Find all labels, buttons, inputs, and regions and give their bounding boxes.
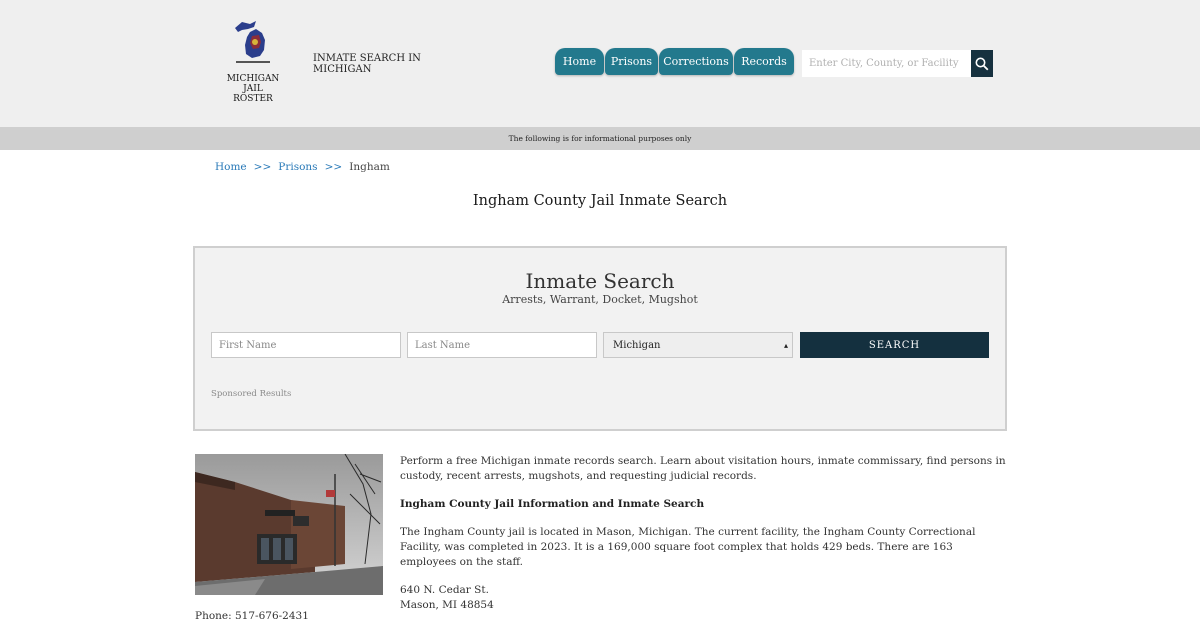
site-header: MICHIGAN JAIL ROSTER INMATE SEARCH IN MI… xyxy=(0,0,1200,127)
address-line-2: Mason, MI 48854 xyxy=(400,599,494,611)
header-search-input[interactable] xyxy=(802,50,972,77)
breadcrumb-prisons[interactable]: Prisons xyxy=(278,161,317,173)
breadcrumb-separator: >> xyxy=(253,161,272,173)
michigan-map-icon xyxy=(235,21,270,63)
state-select[interactable]: Michigan ▴ xyxy=(603,332,793,358)
jail-info-content: Perform a free Michigan inmate records s… xyxy=(400,454,1006,620)
nav-records[interactable]: Records xyxy=(734,48,794,75)
description-paragraph: The Ingham County jail is located in Mas… xyxy=(400,526,976,568)
jail-building-image xyxy=(195,454,383,595)
first-name-field[interactable] xyxy=(211,332,401,358)
breadcrumb: Home >> Prisons >> Ingham xyxy=(215,161,390,173)
main-nav: Home Prisons Corrections Records xyxy=(555,48,795,75)
page-title: Ingham County Jail Inmate Search xyxy=(472,193,728,209)
address-line-1: 640 N. Cedar St. xyxy=(400,584,489,596)
intro-paragraph: Perform a free Michigan inmate records s… xyxy=(400,455,1006,482)
search-icon xyxy=(975,57,989,70)
jail-photo xyxy=(195,454,383,595)
phone-number[interactable]: Phone: 517-676-2431 xyxy=(195,610,309,620)
header-search-button[interactable] xyxy=(971,50,993,77)
breadcrumb-separator: >> xyxy=(324,161,343,173)
site-logo[interactable]: MICHIGAN JAIL ROSTER xyxy=(222,18,284,104)
inmate-search-panel: Inmate Search Arrests, Warrant, Docket, … xyxy=(193,246,1007,431)
chevron-updown-icon: ▴ xyxy=(783,341,788,350)
nav-prisons[interactable]: Prisons xyxy=(605,48,658,75)
breadcrumb-current: Ingham xyxy=(349,161,390,173)
info-heading: Ingham County Jail Information and Inmat… xyxy=(400,498,705,510)
site-title: INMATE SEARCH IN MICHIGAN xyxy=(313,53,421,75)
panel-subtitle: Arrests, Warrant, Docket, Mugshot xyxy=(502,293,698,306)
notice-bar: The following is for informational purpo… xyxy=(0,127,1200,150)
search-submit-button[interactable]: SEARCH xyxy=(800,332,989,358)
breadcrumb-home[interactable]: Home xyxy=(215,161,247,173)
logo-line-1: MICHIGAN xyxy=(226,74,280,84)
panel-title: Inmate Search xyxy=(525,269,675,293)
state-select-value: Michigan xyxy=(613,339,661,351)
logo-text: MICHIGAN JAIL ROSTER xyxy=(222,74,284,104)
address: 640 N. Cedar St. Mason, MI 48854 xyxy=(400,583,1006,613)
last-name-field[interactable] xyxy=(407,332,597,358)
nav-home[interactable]: Home xyxy=(555,48,604,75)
nav-corrections[interactable]: Corrections xyxy=(659,48,733,75)
logo-line-2: JAIL ROSTER xyxy=(233,84,273,104)
sponsored-label: Sponsored Results xyxy=(211,389,292,399)
